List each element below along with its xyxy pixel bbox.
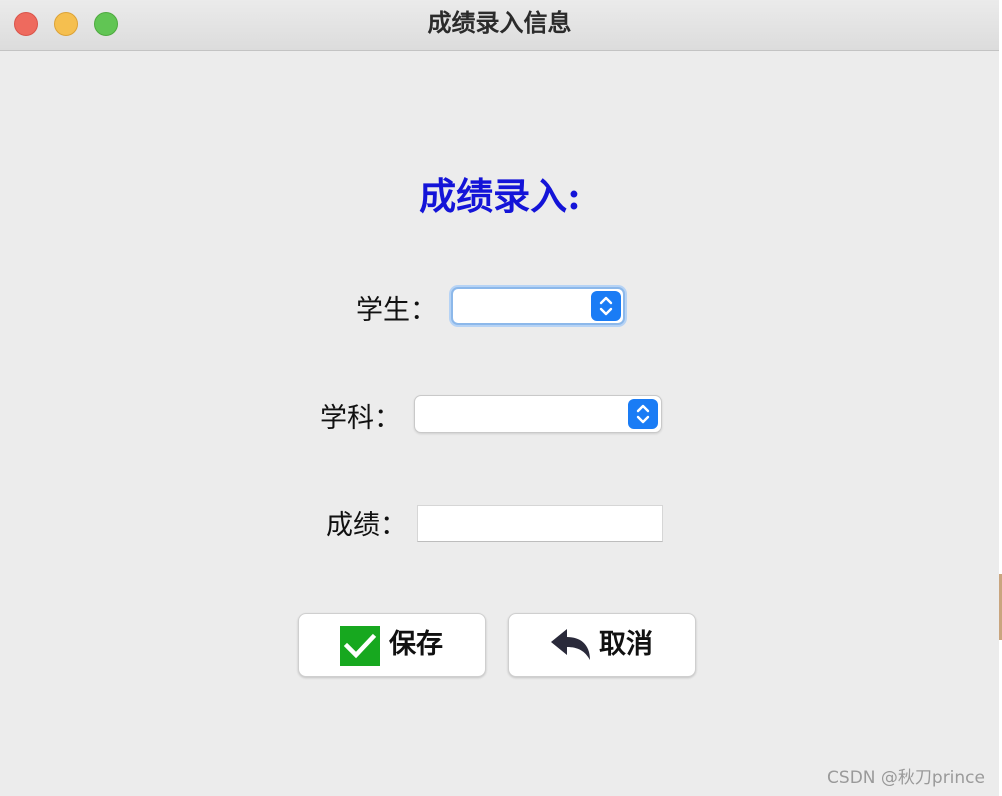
score-label: 成绩： (326, 510, 407, 541)
save-button-label: 保存 (389, 629, 443, 660)
window-title: 成绩录入信息 (427, 9, 572, 37)
subject-select[interactable] (414, 395, 662, 433)
form-heading: 成绩录入: (419, 174, 581, 218)
undo-arrow-icon (550, 628, 592, 668)
cancel-button-label: 取消 (599, 629, 653, 660)
watermark: CSDN @秋刀prince (827, 768, 985, 788)
up-down-chevron-icon[interactable] (591, 291, 621, 321)
save-button[interactable]: 保存 (298, 613, 486, 677)
student-label: 学生： (356, 295, 437, 326)
app-window: 成绩录入信息 成绩录入: 学生： 学科： 成绩： 保存 取消 CSDN @秋刀p… (0, 0, 1000, 796)
check-icon (340, 626, 380, 670)
student-select[interactable] (451, 287, 625, 325)
subject-label: 学科： (320, 403, 401, 434)
cancel-button[interactable]: 取消 (508, 613, 696, 677)
up-down-chevron-icon[interactable] (628, 399, 658, 429)
title-bar[interactable]: 成绩录入信息 (0, 0, 999, 51)
score-input[interactable] (417, 505, 663, 542)
